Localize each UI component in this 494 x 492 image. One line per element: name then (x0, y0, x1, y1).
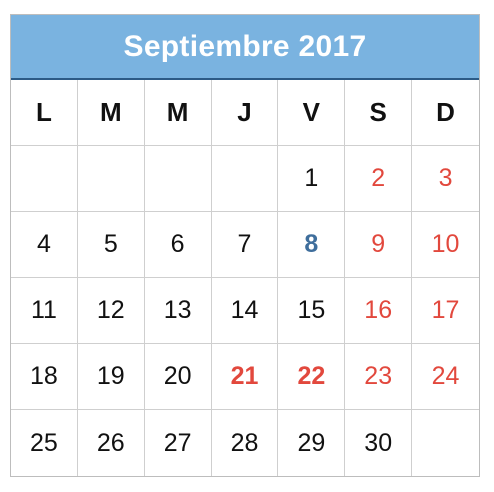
day-cell: 25 (11, 410, 78, 476)
day-cell: 30 (345, 410, 413, 476)
day-cell: 26 (78, 410, 145, 476)
day-cell: 11 (11, 278, 78, 344)
day-cell: 20 (144, 344, 212, 410)
day-cell: 24 (412, 344, 479, 410)
empty-day-cell (144, 146, 212, 212)
empty-day-cell (211, 146, 279, 212)
weekday-header: M (77, 80, 145, 146)
day-cell: 19 (77, 344, 145, 410)
day-cell: 23 (345, 344, 413, 410)
day-cell: 14 (211, 278, 279, 344)
day-cell: 22 (278, 344, 346, 410)
calendar: Septiembre 2017 L M M J V S D 1 2 3 4 5 6 7 8 9 10 11 12 13… (10, 14, 480, 477)
empty-day-cell (77, 146, 145, 212)
empty-day-cell (11, 146, 78, 212)
day-cell: 18 (11, 344, 78, 410)
day-cell: 10 (412, 212, 479, 278)
day-cell: 9 (345, 212, 413, 278)
day-cell: 17 (412, 278, 479, 344)
weekday-header: M (144, 80, 212, 146)
calendar-title: Septiembre 2017 (11, 15, 479, 80)
weekday-header: V (278, 80, 346, 146)
weekday-header: J (211, 80, 279, 146)
day-cell: 21 (211, 344, 279, 410)
day-cell: 12 (77, 278, 145, 344)
day-cell: 13 (144, 278, 212, 344)
weekday-header: S (345, 80, 413, 146)
calendar-grid: L M M J V S D 1 2 3 4 5 6 7 8 9 10 11 12 13 14 15 16 17 18 19 20 21… (11, 80, 479, 476)
day-cell: 3 (412, 146, 479, 212)
empty-day-cell (412, 410, 479, 476)
day-cell: 27 (145, 410, 212, 476)
day-cell: 5 (77, 212, 145, 278)
day-cell: 28 (212, 410, 279, 476)
day-cell: 29 (278, 410, 346, 476)
day-cell: 16 (345, 278, 413, 344)
day-cell: 6 (144, 212, 212, 278)
day-cell: 8 (278, 212, 346, 278)
day-cell: 4 (11, 212, 78, 278)
day-cell: 1 (278, 146, 346, 212)
weekday-header: L (11, 80, 78, 146)
day-cell: 15 (278, 278, 346, 344)
day-cell: 2 (345, 146, 413, 212)
day-cell: 7 (211, 212, 279, 278)
weekday-header: D (412, 80, 479, 146)
